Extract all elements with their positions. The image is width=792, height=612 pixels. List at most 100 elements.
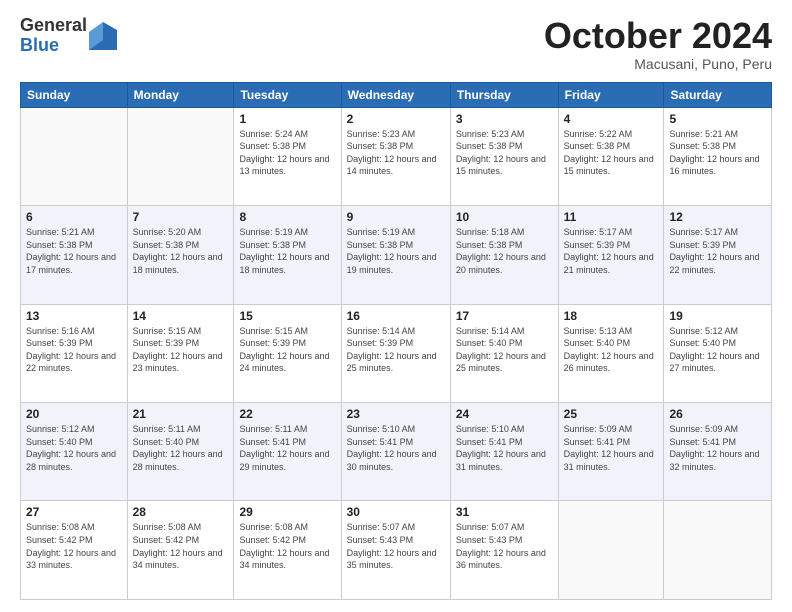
- day-info: Sunrise: 5:08 AMSunset: 5:42 PMDaylight:…: [26, 521, 122, 571]
- day-info: Sunrise: 5:24 AMSunset: 5:38 PMDaylight:…: [239, 128, 335, 178]
- day-info: Sunrise: 5:21 AMSunset: 5:38 PMDaylight:…: [26, 226, 122, 276]
- day-number: 15: [239, 309, 335, 323]
- day-number: 19: [669, 309, 766, 323]
- day-info: Sunrise: 5:07 AMSunset: 5:43 PMDaylight:…: [456, 521, 553, 571]
- table-row: 8 Sunrise: 5:19 AMSunset: 5:38 PMDaylight…: [234, 206, 341, 304]
- header-sunday: Sunday: [21, 82, 128, 107]
- day-info: Sunrise: 5:16 AMSunset: 5:39 PMDaylight:…: [26, 325, 122, 375]
- day-info: Sunrise: 5:11 AMSunset: 5:40 PMDaylight:…: [133, 423, 229, 473]
- day-number: 10: [456, 210, 553, 224]
- table-row: 15 Sunrise: 5:15 AMSunset: 5:39 PMDayligh…: [234, 304, 341, 402]
- table-row: 14 Sunrise: 5:15 AMSunset: 5:39 PMDayligh…: [127, 304, 234, 402]
- table-row: 13 Sunrise: 5:16 AMSunset: 5:39 PMDayligh…: [21, 304, 128, 402]
- day-number: 6: [26, 210, 122, 224]
- day-info: Sunrise: 5:21 AMSunset: 5:38 PMDaylight:…: [669, 128, 766, 178]
- day-number: 30: [347, 505, 445, 519]
- day-info: Sunrise: 5:17 AMSunset: 5:39 PMDaylight:…: [669, 226, 766, 276]
- table-row: 17 Sunrise: 5:14 AMSunset: 5:40 PMDayligh…: [450, 304, 558, 402]
- table-row: 12Sunrise: 5:17 AMSunset: 5:39 PMDayligh…: [664, 206, 772, 304]
- day-info: Sunrise: 5:12 AMSunset: 5:40 PMDaylight:…: [669, 325, 766, 375]
- day-number: 1: [239, 112, 335, 126]
- day-number: 4: [564, 112, 659, 126]
- logo: General Blue: [20, 16, 117, 56]
- day-number: 25: [564, 407, 659, 421]
- table-row: 3 Sunrise: 5:23 AMSunset: 5:38 PMDaylight…: [450, 107, 558, 205]
- header: General Blue October 2024 Macusani, Puno…: [20, 16, 772, 72]
- table-row: 6 Sunrise: 5:21 AMSunset: 5:38 PMDaylight…: [21, 206, 128, 304]
- day-info: Sunrise: 5:17 AMSunset: 5:39 PMDaylight:…: [564, 226, 659, 276]
- day-info: Sunrise: 5:09 AMSunset: 5:41 PMDaylight:…: [564, 423, 659, 473]
- table-row: 4 Sunrise: 5:22 AMSunset: 5:38 PMDaylight…: [558, 107, 664, 205]
- day-info: Sunrise: 5:11 AMSunset: 5:41 PMDaylight:…: [239, 423, 335, 473]
- table-row: 31 Sunrise: 5:07 AMSunset: 5:43 PMDayligh…: [450, 501, 558, 600]
- day-info: Sunrise: 5:22 AMSunset: 5:38 PMDaylight:…: [564, 128, 659, 178]
- logo-blue: Blue: [20, 36, 87, 56]
- day-info: Sunrise: 5:07 AMSunset: 5:43 PMDaylight:…: [347, 521, 445, 571]
- day-info: Sunrise: 5:23 AMSunset: 5:38 PMDaylight:…: [456, 128, 553, 178]
- table-row: [127, 107, 234, 205]
- day-number: 27: [26, 505, 122, 519]
- day-info: Sunrise: 5:18 AMSunset: 5:38 PMDaylight:…: [456, 226, 553, 276]
- table-row: [21, 107, 128, 205]
- day-number: 21: [133, 407, 229, 421]
- table-row: 28 Sunrise: 5:08 AMSunset: 5:42 PMDayligh…: [127, 501, 234, 600]
- day-number: 11: [564, 210, 659, 224]
- header-thursday: Thursday: [450, 82, 558, 107]
- day-number: 26: [669, 407, 766, 421]
- table-row: 18 Sunrise: 5:13 AMSunset: 5:40 PMDayligh…: [558, 304, 664, 402]
- table-row: 7 Sunrise: 5:20 AMSunset: 5:38 PMDaylight…: [127, 206, 234, 304]
- table-row: 27 Sunrise: 5:08 AMSunset: 5:42 PMDayligh…: [21, 501, 128, 600]
- day-info: Sunrise: 5:15 AMSunset: 5:39 PMDaylight:…: [133, 325, 229, 375]
- day-info: Sunrise: 5:20 AMSunset: 5:38 PMDaylight:…: [133, 226, 229, 276]
- day-number: 24: [456, 407, 553, 421]
- table-row: 5 Sunrise: 5:21 AMSunset: 5:38 PMDaylight…: [664, 107, 772, 205]
- table-row: 19 Sunrise: 5:12 AMSunset: 5:40 PMDayligh…: [664, 304, 772, 402]
- table-row: 1 Sunrise: 5:24 AMSunset: 5:38 PMDaylight…: [234, 107, 341, 205]
- weekday-header-row: Sunday Monday Tuesday Wednesday Thursday…: [21, 82, 772, 107]
- page: General Blue October 2024 Macusani, Puno…: [0, 0, 792, 612]
- calendar-week-row: 6 Sunrise: 5:21 AMSunset: 5:38 PMDaylight…: [21, 206, 772, 304]
- day-info: Sunrise: 5:10 AMSunset: 5:41 PMDaylight:…: [347, 423, 445, 473]
- day-info: Sunrise: 5:19 AMSunset: 5:38 PMDaylight:…: [347, 226, 445, 276]
- day-info: Sunrise: 5:10 AMSunset: 5:41 PMDaylight:…: [456, 423, 553, 473]
- day-number: 28: [133, 505, 229, 519]
- day-number: 8: [239, 210, 335, 224]
- calendar-week-row: 20 Sunrise: 5:12 AMSunset: 5:40 PMDayligh…: [21, 403, 772, 501]
- day-number: 5: [669, 112, 766, 126]
- calendar-week-row: 13 Sunrise: 5:16 AMSunset: 5:39 PMDayligh…: [21, 304, 772, 402]
- table-row: [664, 501, 772, 600]
- title-block: October 2024 Macusani, Puno, Peru: [544, 16, 772, 72]
- day-info: Sunrise: 5:08 AMSunset: 5:42 PMDaylight:…: [239, 521, 335, 571]
- day-number: 17: [456, 309, 553, 323]
- day-number: 18: [564, 309, 659, 323]
- table-row: 11 Sunrise: 5:17 AMSunset: 5:39 PMDayligh…: [558, 206, 664, 304]
- day-info: Sunrise: 5:08 AMSunset: 5:42 PMDaylight:…: [133, 521, 229, 571]
- logo-text: General Blue: [20, 16, 87, 56]
- header-monday: Monday: [127, 82, 234, 107]
- month-title: October 2024: [544, 16, 772, 56]
- day-info: Sunrise: 5:13 AMSunset: 5:40 PMDaylight:…: [564, 325, 659, 375]
- day-number: 20: [26, 407, 122, 421]
- header-friday: Friday: [558, 82, 664, 107]
- header-tuesday: Tuesday: [234, 82, 341, 107]
- table-row: 20 Sunrise: 5:12 AMSunset: 5:40 PMDayligh…: [21, 403, 128, 501]
- day-number: 7: [133, 210, 229, 224]
- day-info: Sunrise: 5:14 AMSunset: 5:39 PMDaylight:…: [347, 325, 445, 375]
- table-row: 23Sunrise: 5:10 AMSunset: 5:41 PMDayligh…: [341, 403, 450, 501]
- calendar-week-row: 27 Sunrise: 5:08 AMSunset: 5:42 PMDayligh…: [21, 501, 772, 600]
- day-info: Sunrise: 5:14 AMSunset: 5:40 PMDaylight:…: [456, 325, 553, 375]
- day-info: Sunrise: 5:12 AMSunset: 5:40 PMDaylight:…: [26, 423, 122, 473]
- day-number: 13: [26, 309, 122, 323]
- day-info: Sunrise: 5:09 AMSunset: 5:41 PMDaylight:…: [669, 423, 766, 473]
- table-row: 29Sunrise: 5:08 AMSunset: 5:42 PMDayligh…: [234, 501, 341, 600]
- day-number: 14: [133, 309, 229, 323]
- day-number: 31: [456, 505, 553, 519]
- table-row: 25 Sunrise: 5:09 AMSunset: 5:41 PMDayligh…: [558, 403, 664, 501]
- day-info: Sunrise: 5:19 AMSunset: 5:38 PMDaylight:…: [239, 226, 335, 276]
- table-row: 16Sunrise: 5:14 AMSunset: 5:39 PMDayligh…: [341, 304, 450, 402]
- header-saturday: Saturday: [664, 82, 772, 107]
- location: Macusani, Puno, Peru: [544, 56, 772, 72]
- day-number: 3: [456, 112, 553, 126]
- day-info: Sunrise: 5:15 AMSunset: 5:39 PMDaylight:…: [239, 325, 335, 375]
- table-row: 24 Sunrise: 5:10 AMSunset: 5:41 PMDayligh…: [450, 403, 558, 501]
